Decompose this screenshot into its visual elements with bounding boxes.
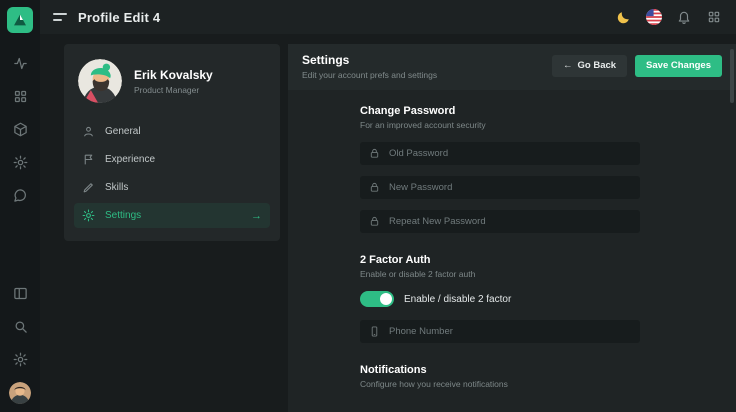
notifications-bell-icon[interactable] xyxy=(675,9,692,26)
settings-panel: Settings Edit your account prefs and set… xyxy=(288,44,736,412)
language-flag-icon[interactable] xyxy=(645,9,662,26)
back-arrow-icon: ← xyxy=(563,61,573,71)
user-icon xyxy=(82,125,95,138)
section-title: Change Password xyxy=(360,105,736,117)
settings-title: Settings xyxy=(302,53,437,67)
section-subtitle: Configure how you receive notifications xyxy=(360,379,736,389)
dark-mode-moon-icon[interactable] xyxy=(615,9,632,26)
hamburger-menu-icon[interactable] xyxy=(53,13,67,21)
phone-number-input[interactable] xyxy=(389,326,631,337)
menu-item-experience[interactable]: Experience xyxy=(74,147,270,172)
repeat-password-field xyxy=(360,210,640,233)
phone-icon xyxy=(369,326,380,337)
settings-gear-icon[interactable] xyxy=(5,148,35,178)
profile-summary: Erik Kovalsky Product Manager xyxy=(64,44,280,113)
topbar: Profile Edit 4 xyxy=(40,0,736,34)
change-password-section: Change Password For an improved account … xyxy=(360,105,736,233)
profile-avatar xyxy=(78,59,122,103)
profile-menu: General Experience Skills Settings → xyxy=(64,113,280,234)
lock-icon xyxy=(369,216,380,227)
menu-item-general[interactable]: General xyxy=(74,119,270,144)
search-icon[interactable] xyxy=(5,312,35,342)
settings-header: Settings Edit your account prefs and set… xyxy=(288,44,736,90)
new-password-input[interactable] xyxy=(389,182,631,193)
new-password-field xyxy=(360,176,640,199)
two-factor-toggle-row: Enable / disable 2 factor xyxy=(360,291,736,307)
lock-icon xyxy=(369,182,380,193)
old-password-field xyxy=(360,142,640,165)
settings-header-buttons: ← Go Back Save Changes xyxy=(552,55,722,77)
settings-header-text: Settings Edit your account prefs and set… xyxy=(302,53,437,80)
notifications-section: Notifications Configure how you receive … xyxy=(360,364,736,389)
icon-sidebar xyxy=(0,0,40,412)
menu-item-label: Skills xyxy=(105,182,128,193)
toggle-knob xyxy=(380,293,392,305)
main-column: Profile Edit 4 xyxy=(40,0,736,412)
go-back-button[interactable]: ← Go Back xyxy=(552,55,627,77)
two-factor-section: 2 Factor Auth Enable or disable 2 factor… xyxy=(360,254,736,343)
save-changes-label: Save Changes xyxy=(646,61,711,71)
repeat-password-input[interactable] xyxy=(389,216,631,227)
profile-name: Erik Kovalsky xyxy=(134,68,213,82)
section-title: 2 Factor Auth xyxy=(360,254,736,266)
flag-icon xyxy=(82,153,95,166)
triangle-logo-icon xyxy=(12,12,28,28)
apps-grid-icon[interactable] xyxy=(705,9,722,26)
panels-icon[interactable] xyxy=(5,279,35,309)
menu-item-label: Settings xyxy=(105,210,141,221)
profile-card: Erik Kovalsky Product Manager General Ex… xyxy=(64,44,280,241)
settings-body: Change Password For an improved account … xyxy=(288,90,736,412)
save-changes-button[interactable]: Save Changes xyxy=(635,55,722,77)
gear-icon xyxy=(82,209,95,222)
forward-arrow-icon: → xyxy=(251,210,262,222)
scrollbar-thumb[interactable] xyxy=(730,49,734,103)
activity-icon[interactable] xyxy=(5,49,35,79)
go-back-label: Go Back xyxy=(578,61,617,71)
menu-item-skills[interactable]: Skills xyxy=(74,175,270,200)
menu-item-settings[interactable]: Settings → xyxy=(74,203,270,228)
preferences-gear-icon[interactable] xyxy=(5,345,35,375)
chat-icon[interactable] xyxy=(5,181,35,211)
settings-subtitle: Edit your account prefs and settings xyxy=(302,70,437,80)
profile-identity: Erik Kovalsky Product Manager xyxy=(134,68,213,95)
section-subtitle: Enable or disable 2 factor auth xyxy=(360,269,736,279)
content-area: Erik Kovalsky Product Manager General Ex… xyxy=(40,34,736,412)
app-logo[interactable] xyxy=(7,7,33,33)
menu-item-label: Experience xyxy=(105,154,155,165)
sidebar-user-avatar[interactable] xyxy=(9,382,31,404)
menu-item-label: General xyxy=(105,126,141,137)
page-title: Profile Edit 4 xyxy=(78,10,160,25)
section-title: Notifications xyxy=(360,364,736,376)
dashboard-icon[interactable] xyxy=(5,82,35,112)
two-factor-toggle-label: Enable / disable 2 factor xyxy=(404,294,511,305)
two-factor-toggle[interactable] xyxy=(360,291,394,307)
old-password-input[interactable] xyxy=(389,148,631,159)
profile-role: Product Manager xyxy=(134,85,213,95)
package-icon[interactable] xyxy=(5,115,35,145)
section-subtitle: For an improved account security xyxy=(360,120,736,130)
pen-icon xyxy=(82,181,95,194)
lock-icon xyxy=(369,148,380,159)
topbar-actions xyxy=(615,9,722,26)
app-root: Profile Edit 4 xyxy=(0,0,736,412)
phone-number-field xyxy=(360,320,640,343)
